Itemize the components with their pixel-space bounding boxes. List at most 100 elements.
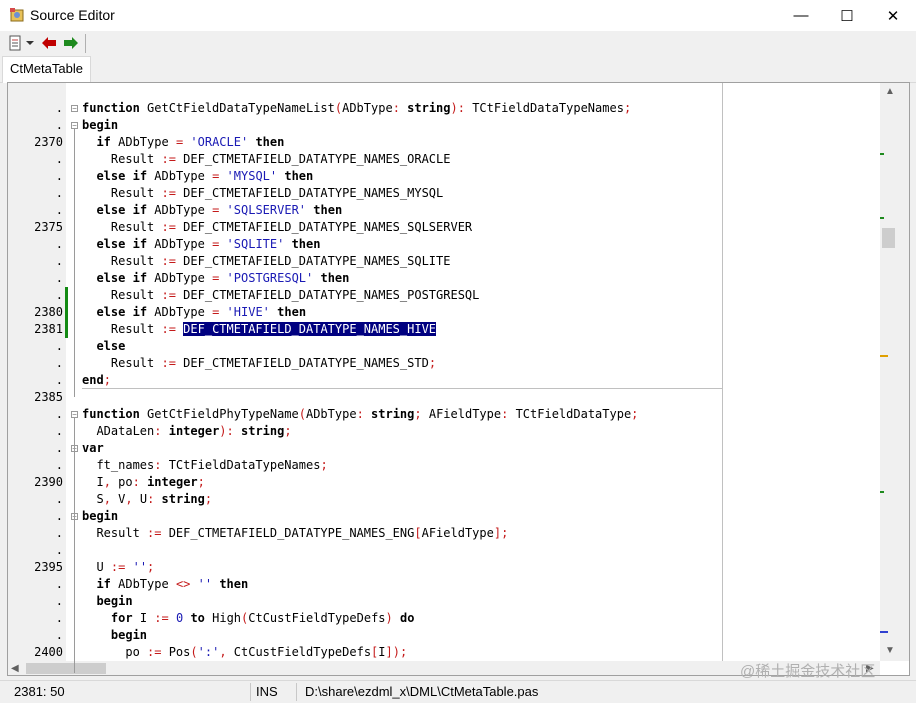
code-token: TCtFieldDataTypeNames	[161, 458, 321, 472]
minimize-button[interactable]: —	[778, 0, 824, 31]
code-token: ADbType	[147, 169, 213, 183]
code-line: ADataLen: integer): string;	[82, 423, 291, 440]
line-number: .	[55, 594, 63, 608]
code-token: I	[132, 611, 155, 625]
menu-dropdown-button[interactable]	[25, 35, 35, 51]
code-token: High	[204, 611, 242, 625]
status-bar: 2381: 50 INS D:\share\ezdml_x\DML\CtMeta…	[0, 680, 916, 703]
menu-button[interactable]	[6, 35, 24, 51]
line-number-gutter: .. 2370.... 2375.... 2380 2381... 2385.... 239…	[8, 83, 66, 661]
fold-toggle[interactable]: −	[71, 122, 78, 130]
code-token: 'HIVE'	[226, 305, 270, 319]
minimize-icon: —	[793, 7, 809, 24]
code-token: :=	[161, 322, 176, 336]
code-token: :=	[147, 526, 162, 540]
code-token: else	[96, 203, 126, 217]
document-list-icon	[9, 35, 21, 51]
status-divider	[250, 683, 251, 701]
line-number: .	[55, 356, 63, 370]
selected-text: DEF_CTMETAFIELD_DATATYPE_NAMES_HIVE	[183, 322, 437, 336]
method-separator	[82, 388, 722, 389]
code-token: )	[219, 424, 227, 438]
code-line: else if ADbType = 'HIVE' then	[82, 304, 306, 321]
status-divider	[296, 683, 297, 701]
code-token: if	[132, 203, 148, 217]
code-token: :=	[161, 220, 176, 234]
overview-mark	[880, 355, 888, 357]
code-token: :=	[161, 186, 176, 200]
horizontal-scroll-thumb[interactable]	[26, 663, 106, 674]
scroll-up-icon[interactable]: ▲	[885, 86, 895, 97]
code-token: CtCustFieldTypeDefs	[248, 611, 386, 625]
toolbar-separator	[85, 34, 86, 53]
code-token: string	[241, 424, 285, 438]
code-token: ADbType	[147, 237, 213, 251]
code-line: for I := 0 to High(CtCustFieldTypeDefs) …	[82, 610, 415, 627]
code-line: function GetCtFieldPhyTypeName(ADbType: …	[82, 406, 638, 423]
code-line: begin	[82, 508, 118, 525]
fold-toggle[interactable]: −	[71, 411, 78, 419]
code-token: DEF_CTMETAFIELD_DATATYPE_NAMES_SQLSERVER	[175, 220, 473, 234]
code-token: 'ORACLE'	[190, 135, 249, 149]
code-token: I	[82, 475, 104, 489]
code-token: begin	[110, 628, 148, 642]
code-area[interactable]: function GetCtFieldDataTypeNameList(ADbT…	[82, 83, 722, 661]
code-token: ,	[125, 492, 133, 506]
code-token: :=	[161, 288, 176, 302]
code-token: :=	[161, 152, 176, 166]
app-icon	[10, 8, 24, 22]
code-token: S	[82, 492, 104, 506]
vertical-scrollbar[interactable]: ▲ ▼	[880, 83, 909, 661]
code-token: ]	[385, 645, 393, 659]
back-button[interactable]	[40, 35, 58, 51]
code-line: if ADbType = 'ORACLE' then	[82, 134, 284, 151]
fold-toggle[interactable]: −	[71, 105, 78, 113]
code-token: function	[82, 101, 140, 115]
code-editor[interactable]: .. 2370.... 2375.... 2380 2381... 2385.... 239…	[7, 82, 910, 676]
code-token: ;	[414, 407, 422, 421]
code-token: end	[82, 373, 104, 387]
code-token: 'POSTGRESQL'	[226, 271, 314, 285]
toolbar	[0, 31, 916, 56]
line-number: .	[55, 169, 63, 183]
scroll-down-icon[interactable]: ▼	[885, 645, 895, 656]
forward-button[interactable]	[62, 35, 80, 51]
vertical-scroll-thumb[interactable]	[882, 228, 895, 248]
overview-mark	[880, 631, 888, 633]
code-token: else	[96, 271, 126, 285]
code-line: var	[82, 440, 104, 457]
code-token: ADbType	[305, 407, 357, 421]
scroll-left-icon[interactable]: ◀	[11, 663, 19, 674]
code-token: then	[284, 169, 314, 183]
code-token: ;	[631, 407, 639, 421]
code-token: ADbType	[110, 577, 176, 591]
code-token: begin	[82, 509, 119, 523]
maximize-button[interactable]: ☐	[824, 0, 870, 31]
close-button[interactable]: ✕	[870, 0, 916, 31]
code-token: Result	[82, 526, 148, 540]
code-line: function GetCtFieldDataTypeNameList(ADbT…	[82, 100, 631, 117]
line-number: .	[55, 373, 63, 387]
line-number: .	[55, 186, 63, 200]
code-line: po := Pos(':', CtCustFieldTypeDefs[I]);	[82, 644, 407, 661]
code-line: ft_names: TCtFieldDataTypeNames;	[82, 457, 327, 474]
tab-ctmetatable[interactable]: CtMetaTable	[2, 56, 91, 83]
code-token: ''	[197, 577, 213, 591]
code-token: ;	[428, 356, 437, 370]
code-line: else if ADbType = 'SQLSERVER' then	[82, 202, 342, 219]
code-line: if ADbType <> '' then	[82, 576, 248, 593]
line-number: .	[55, 458, 63, 472]
line-number: .	[55, 271, 63, 285]
